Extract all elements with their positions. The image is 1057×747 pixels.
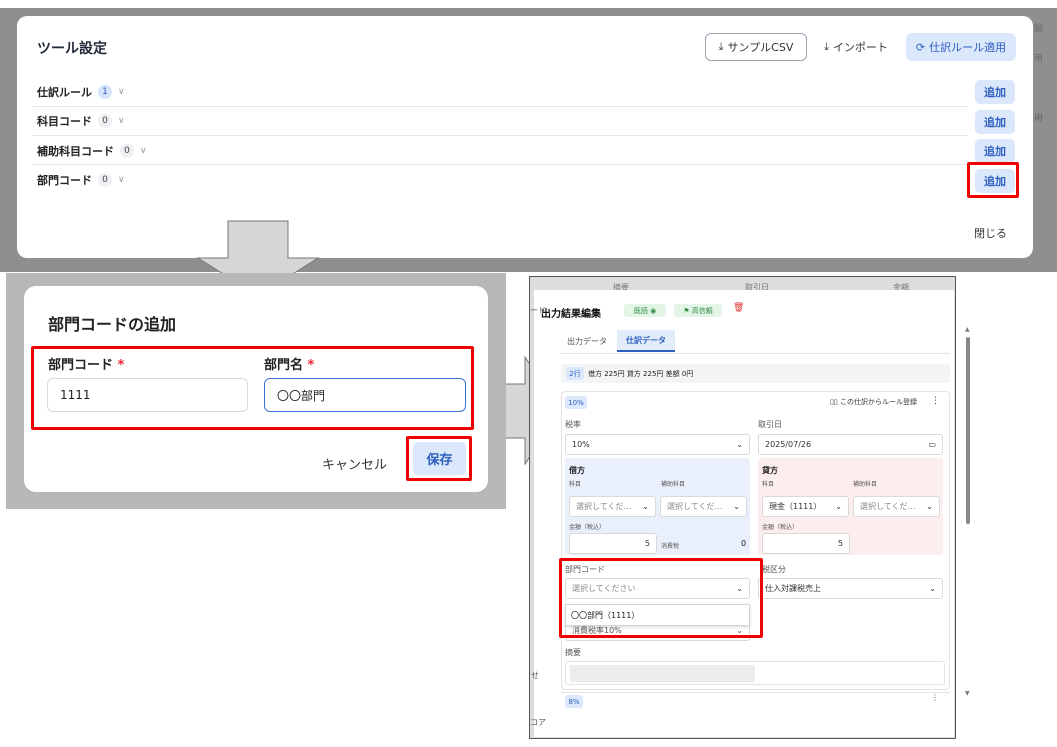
section-sub-account-code[interactable]: 補助科目コード 0 ∨ <box>37 143 147 159</box>
debit-account-select[interactable]: 選択してくだ… ⌄ <box>569 496 656 517</box>
add-account-code-button[interactable]: 追加 <box>975 110 1015 134</box>
amount-label: 金額（税込） <box>762 524 799 531</box>
credit-sub-account-select[interactable]: 選択してくだ… ⌄ <box>853 496 940 517</box>
sub-account-label: 補助科目 <box>661 481 686 488</box>
divider <box>32 135 968 136</box>
more-menu-icon[interactable]: ⋮ <box>931 693 939 702</box>
count-badge: 0 <box>98 173 112 187</box>
divider <box>32 164 968 165</box>
chevron-down-icon: ⌄ <box>929 584 936 593</box>
chevron-down-icon: ⌄ <box>733 502 740 511</box>
panel-title: 出力結果編集 <box>541 309 601 320</box>
eye-icon: ◉ <box>650 306 657 315</box>
background-fragment: コア <box>530 718 546 727</box>
delete-icon[interactable]: 🗑 <box>733 303 744 313</box>
count-badge: 0 <box>98 114 112 128</box>
chevron-down-icon: ∨ <box>118 175 125 185</box>
scrollbar-thumb[interactable] <box>966 337 970 524</box>
chevron-down-icon: ⌄ <box>736 440 743 449</box>
tab-output-data[interactable]: 出力データ <box>561 330 613 352</box>
more-menu-icon[interactable]: ⋮ <box>931 396 940 406</box>
highlight-box <box>31 346 474 430</box>
count-badge: 1 <box>98 85 112 99</box>
tax-class-label: 税区分 <box>762 565 786 574</box>
memo-label: 摘要 <box>565 648 581 657</box>
add-sub-account-code-button[interactable]: 追加 <box>975 139 1015 163</box>
apply-rules-button[interactable]: ⟳ 仕訳ルール適用 <box>906 33 1016 61</box>
download-icon: ⤓ <box>824 40 829 53</box>
sample-csv-button[interactable]: ⤓ サンプルCSV <box>705 33 807 61</box>
refresh-icon: ⟳ <box>915 40 926 54</box>
chevron-down-icon: ∨ <box>118 116 125 126</box>
divider <box>561 353 950 354</box>
credit-account-select[interactable]: 現金（1111） ⌄ <box>762 496 849 517</box>
tab-journal-data[interactable]: 仕訳データ <box>617 330 675 352</box>
debit-title: 借方 <box>569 466 585 475</box>
add-journal-rule-button[interactable]: 追加 <box>975 80 1015 104</box>
chevron-down-icon: ∨ <box>140 146 147 156</box>
dialog-title: 部門コードの追加 <box>48 315 177 334</box>
amount-label: 金額（税込） <box>569 524 606 531</box>
account-label: 科目 <box>569 481 582 488</box>
memo-input[interactable] <box>565 661 945 685</box>
calendar-icon: ▭ <box>928 440 936 449</box>
section-account-code[interactable]: 科目コード 0 ∨ <box>37 113 125 129</box>
tax-rate-select[interactable]: 10% ⌄ <box>565 434 750 455</box>
divider <box>32 106 968 107</box>
dialog-title: ツール設定 <box>37 41 107 57</box>
tax-label: 消費税 <box>661 543 680 550</box>
flag-icon: ⚑ <box>683 306 690 315</box>
book-icon: ▯▯ <box>830 398 838 406</box>
confidence-badge: ⚑ 高信頼 <box>674 304 722 317</box>
tax-tag: 8% <box>565 695 583 708</box>
download-icon: ⤓ <box>718 40 724 53</box>
scroll-down-icon[interactable]: ▼ <box>965 690 970 697</box>
register-rule-link[interactable]: ▯▯ この仕訳からルール登録 <box>830 397 917 407</box>
transaction-date-label: 取引日 <box>758 420 782 429</box>
background-fragment: せ <box>531 671 539 680</box>
page-strip <box>0 0 1057 8</box>
read-badge: 既読 ◉ <box>624 304 666 317</box>
section-journal-rules[interactable]: 仕訳ルール 1 ∨ <box>37 84 125 100</box>
row-count-badge: 2行 <box>566 367 584 380</box>
close-button[interactable]: 閉じる <box>974 225 1007 241</box>
background-fragment: 用 <box>1034 114 1044 124</box>
highlight-box <box>559 558 763 638</box>
highlight-box <box>406 436 472 481</box>
chevron-down-icon: ⌄ <box>926 502 933 511</box>
tax-class-select[interactable]: 仕入対課税売上 ⌄ <box>758 578 943 599</box>
transaction-date-input[interactable]: 2025/07/26 ▭ <box>758 434 943 455</box>
chevron-down-icon: ∨ <box>118 87 125 97</box>
chevron-down-icon: ⌄ <box>642 502 649 511</box>
credit-amount-input[interactable]: 5 <box>762 533 850 554</box>
debit-sub-account-select[interactable]: 選択してくだ… ⌄ <box>660 496 747 517</box>
journal-summary: 2行 借方 225円 貸方 225円 差額 0円 <box>561 364 950 383</box>
import-button[interactable]: ⤓ インポート <box>812 33 900 61</box>
section-department-code[interactable]: 部門コード 0 ∨ <box>37 172 125 188</box>
chevron-down-icon: ⌄ <box>835 502 842 511</box>
highlight-box <box>967 162 1019 198</box>
debit-amount-input[interactable]: 5 <box>569 533 657 554</box>
tax-tag: 10% <box>565 396 587 409</box>
scroll-up-icon[interactable]: ▲ <box>965 326 970 333</box>
background-fragment: 設 <box>1034 24 1044 34</box>
divider <box>561 692 950 693</box>
memo-placeholder-bar <box>570 665 755 682</box>
tax-rate-label: 税率 <box>565 420 581 429</box>
sub-account-label: 補助科目 <box>853 481 878 488</box>
tax-value: 0 <box>741 539 747 548</box>
account-label: 科目 <box>762 481 775 488</box>
background-fragment: 用 <box>1034 54 1044 64</box>
credit-title: 貸方 <box>762 466 778 475</box>
count-badge: 0 <box>120 144 134 158</box>
cancel-button[interactable]: キャンセル <box>322 454 387 473</box>
